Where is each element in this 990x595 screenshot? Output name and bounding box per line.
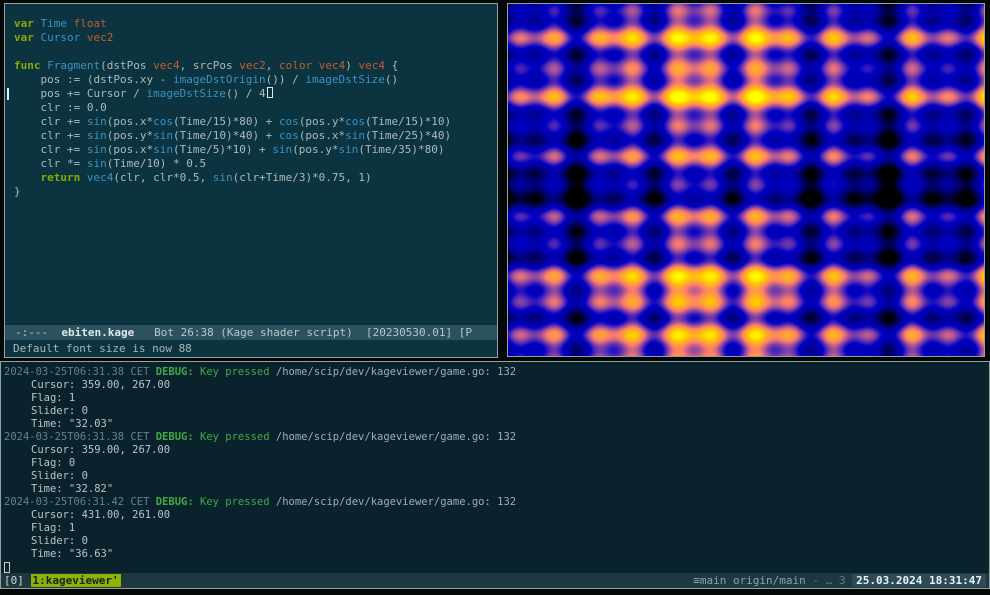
log-detail: Time: "32.03" <box>4 418 983 431</box>
code-line: clr += sin(pos.y*sin(Time/10)*40) + cos(… <box>14 129 493 143</box>
log-detail: Cursor: 359.00, 267.00 <box>4 444 983 457</box>
log-detail: Time: "36.63" <box>4 548 983 561</box>
log-detail: Flag: 1 <box>4 392 983 405</box>
tmux-separator: - … 3 <box>806 574 852 587</box>
code-line: func Fragment(dstPos vec4, srcPos vec2, … <box>14 59 493 73</box>
code-line: clr *= sin(Time/10) * 0.5 <box>14 157 493 171</box>
echo-area-message: Default font size is now 88 <box>5 340 497 357</box>
shader-canvas[interactable] <box>508 4 984 356</box>
log-entry-header: 2024-03-25T06:31.38 CET DEBUG: Key press… <box>4 431 983 444</box>
log-detail: Cursor: 431.00, 261.00 <box>4 509 983 522</box>
log-detail: Slider: 0 <box>4 405 983 418</box>
terminal-window: 2024-03-25T06:31.38 CET DEBUG: Key press… <box>0 361 990 589</box>
log-entry-header: 2024-03-25T06:31.42 CET DEBUG: Key press… <box>4 496 983 509</box>
code-line: return vec4(clr, clr*0.5, sin(clr+Time/3… <box>14 171 493 185</box>
git-branch-icon: ≡ <box>693 574 700 587</box>
code-line: clr := 0.0 <box>14 101 493 115</box>
fringe-cursor-indicator <box>7 88 9 100</box>
modeline-buffer-name: ebiten.kage <box>61 326 134 339</box>
desktop: var Time floatvar Cursor vec2 func Fragm… <box>0 0 990 595</box>
tmux-status-bar: [0] 1:kageviewer' ≡main origin/main - … … <box>1 573 989 588</box>
code-line: clr += sin(pos.x*cos(Time/15)*80) + cos(… <box>14 115 493 129</box>
log-detail: Slider: 0 <box>4 470 983 483</box>
modeline-prefix: -:--- <box>15 326 61 339</box>
code-line: pos += Cursor / imageDstSize() / 4 <box>14 87 493 101</box>
code-line: clr += sin(pos.x*sin(Time/5)*10) + sin(p… <box>14 143 493 157</box>
shader-viewer-window <box>507 3 985 357</box>
code-line <box>14 45 493 59</box>
emacs-window: var Time floatvar Cursor vec2 func Fragm… <box>4 3 498 358</box>
log-area[interactable]: 2024-03-25T06:31.38 CET DEBUG: Key press… <box>1 362 989 573</box>
tmux-session-index: [0] <box>4 574 31 587</box>
log-detail: Flag: 0 <box>4 457 983 470</box>
terminal-cursor <box>4 562 10 573</box>
modeline-info: Bot 26:38 (Kage shader script) [20230530… <box>134 326 472 339</box>
tmux-left: [0] 1:kageviewer' <box>4 573 121 588</box>
tmux-right: ≡main origin/main - … 3 25.03.2024 18:31… <box>693 573 986 588</box>
tmux-window-tab[interactable]: 1:kageviewer' <box>31 574 121 587</box>
log-detail: Flag: 1 <box>4 522 983 535</box>
code-area[interactable]: var Time floatvar Cursor vec2 func Fragm… <box>5 4 497 325</box>
editor-cursor <box>267 87 273 98</box>
log-entry-header: 2024-03-25T06:31.38 CET DEBUG: Key press… <box>4 366 983 379</box>
git-branch-info: main origin/main <box>700 574 806 587</box>
tmux-datetime: 25.03.2024 18:31:47 <box>852 574 986 587</box>
code-line: var Cursor vec2 <box>14 31 493 45</box>
log-detail: Cursor: 359.00, 267.00 <box>4 379 983 392</box>
log-detail: Slider: 0 <box>4 535 983 548</box>
code-line: var Time float <box>14 17 493 31</box>
emacs-modeline[interactable]: -:--- ebiten.kage Bot 26:38 (Kage shader… <box>5 325 497 340</box>
code-line: } <box>14 185 493 199</box>
log-detail: Time: "32.82" <box>4 483 983 496</box>
code-line: pos := (dstPos.xy - imageDstOrigin()) / … <box>14 73 493 87</box>
